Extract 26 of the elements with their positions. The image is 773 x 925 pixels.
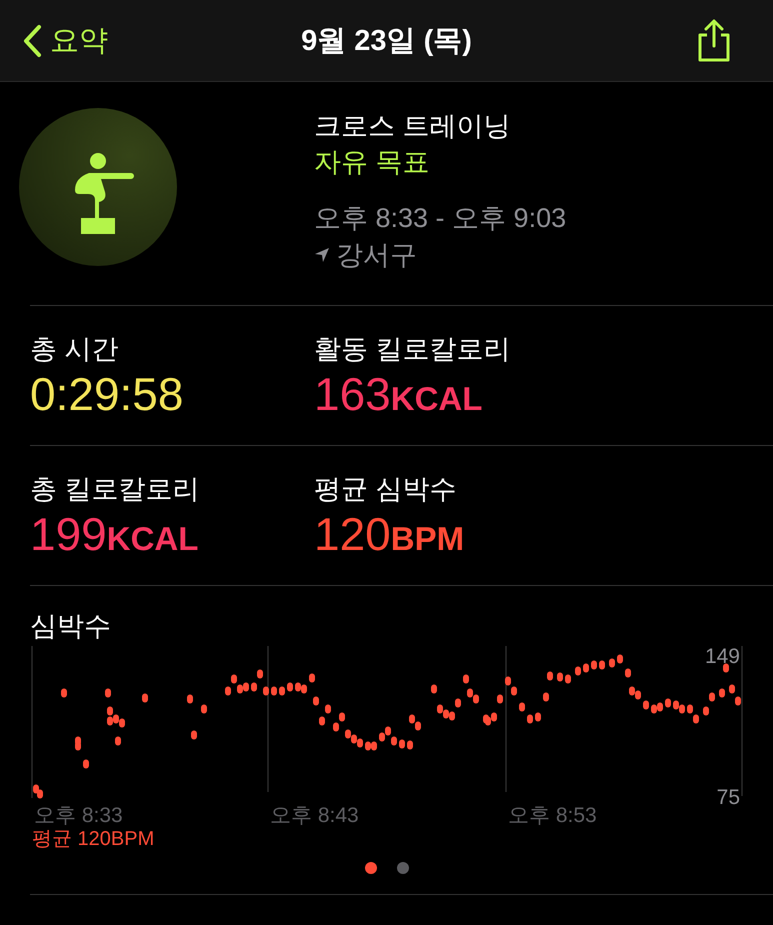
chart-title: 심박수 (30, 610, 112, 643)
location-arrow-icon (314, 247, 330, 263)
workout-name: 크로스 트레이닝 (314, 110, 512, 143)
location-text: 강서구 (336, 239, 417, 272)
metric-label: 활동 킬로칼로리 (314, 333, 511, 366)
metric-value: 163KCAL (314, 368, 482, 422)
x-axis-label: 오후 8:53 (508, 804, 597, 826)
date-title: 9월 23일 (목) (300, 24, 473, 58)
y-axis-label: 75 (716, 786, 740, 809)
page-indicator-dot[interactable] (396, 862, 408, 874)
workout-icon (19, 108, 177, 266)
metric-label: 총 킬로칼로리 (30, 473, 200, 506)
chevron-left-icon (22, 24, 42, 58)
y-axis-label: 149 (704, 646, 740, 668)
page-indicator-dot[interactable] (364, 862, 376, 874)
average-heart-rate: 평균 120BPM (32, 827, 156, 851)
metric-value: 120BPM (314, 508, 464, 562)
back-button[interactable]: 요약 (0, 20, 114, 62)
metric-label: 총 시간 (30, 333, 119, 366)
x-axis-label: 오후 8:33 (34, 804, 123, 826)
metric-value: 199KCAL (30, 508, 198, 562)
metric-value: 0:29:58 (30, 368, 184, 420)
workout-goal: 자유 목표 (314, 146, 431, 179)
time-range: 오후 8:33 - 오후 9:03 (314, 202, 568, 235)
x-axis-label: 오후 8:43 (270, 804, 359, 826)
metric-label: 평균 심박수 (314, 473, 457, 506)
